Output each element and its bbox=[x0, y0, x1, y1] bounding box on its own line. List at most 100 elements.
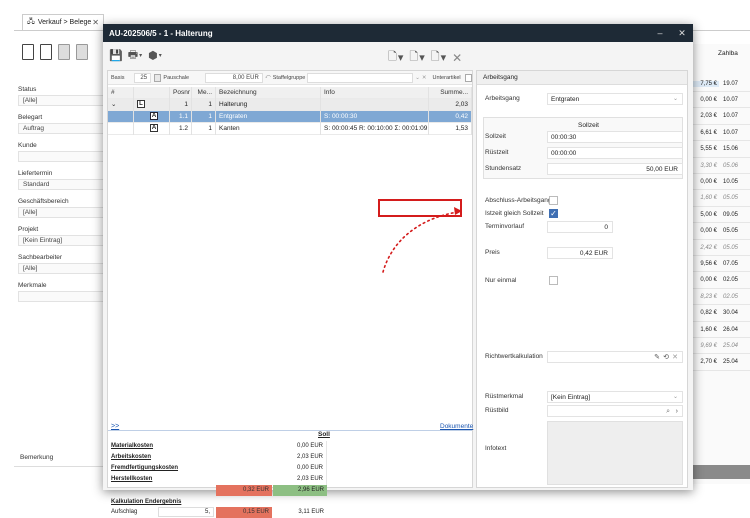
edit-document-icon[interactable]: 🗋 bbox=[409, 48, 418, 67]
remove-document-dropdown-icon[interactable]: ▾ bbox=[441, 51, 447, 64]
staffelgruppe-select[interactable] bbox=[307, 72, 414, 83]
list-item[interactable]: 0,00 € 02.05 bbox=[693, 273, 750, 289]
document-grey-icon-2[interactable] bbox=[76, 44, 88, 60]
infotext-area[interactable] bbox=[547, 421, 683, 485]
table-row[interactable]: ⌄ L 1 1 Halterung 2,03 bbox=[108, 98, 472, 111]
staffelgruppe-clear-icon[interactable]: ✕ bbox=[422, 75, 427, 81]
print-dropdown-icon[interactable]: ▾ bbox=[139, 52, 142, 59]
chevron-right-icon[interactable]: › bbox=[676, 406, 678, 417]
sollzeit-group-header: Sollzeit bbox=[578, 122, 599, 129]
grid-header-posnr[interactable]: Posnr bbox=[170, 86, 192, 99]
list-item-date: 19.07 bbox=[723, 80, 739, 87]
tab-close-icon[interactable]: ✕ bbox=[92, 18, 99, 27]
list-item[interactable]: 5,00 € 09.05 bbox=[693, 207, 750, 224]
filter-sidebar: Status [Alle] Belegart Auftrag Kunde Lieferte… bbox=[18, 78, 106, 302]
grid-header-menge[interactable]: Me... bbox=[192, 86, 216, 99]
copy-document-icon[interactable] bbox=[40, 44, 52, 60]
list-item[interactable]: 0,00 € 10.07 bbox=[693, 92, 750, 109]
abschluss-checkbox[interactable] bbox=[549, 196, 558, 205]
aufschlag-input[interactable]: 5, bbox=[158, 507, 214, 517]
list-item[interactable]: 9,56 € 07.05 bbox=[693, 256, 750, 273]
pauschale-input[interactable]: 8,00 EUR bbox=[205, 72, 263, 83]
expand-link[interactable]: >> bbox=[111, 423, 119, 430]
filter-input[interactable] bbox=[18, 291, 106, 302]
add-document-icon[interactable]: 🗋 bbox=[388, 48, 397, 67]
filter-input[interactable]: [Kein Eintrag] bbox=[18, 235, 106, 246]
arbeitsgang-detail-panel: Arbeitsgang Arbeitsgang Entgraten ⌄ Soll… bbox=[476, 70, 688, 488]
filter-input[interactable]: [Alle] bbox=[18, 207, 106, 218]
nur-einmal-label: Nur einmal bbox=[485, 277, 517, 284]
add-document-dropdown-icon[interactable]: ▾ bbox=[398, 51, 404, 64]
save-icon[interactable]: 💾 bbox=[109, 49, 123, 62]
pauschale-reset-icon[interactable]: ⤺ bbox=[265, 74, 271, 81]
close-button[interactable]: ✕ bbox=[671, 28, 693, 39]
tab-label: Verkauf > Belege bbox=[37, 19, 92, 26]
list-item[interactable]: 8,23 € 02.05 bbox=[693, 289, 750, 306]
list-item[interactable]: 9,69 € 25.04 bbox=[693, 338, 750, 355]
ruestmerkmal-select[interactable]: [Kein Eintrag] ⌄ bbox=[547, 391, 683, 403]
print-icon[interactable]: 🖶 bbox=[128, 46, 138, 65]
grid-header-bezeichnung[interactable]: Bezeichnung bbox=[216, 86, 321, 99]
unterartikel-checkbox[interactable] bbox=[464, 73, 472, 82]
filter-input[interactable]: [Alle] bbox=[18, 263, 106, 274]
arbeitsgang-select[interactable]: Entgraten ⌄ bbox=[547, 93, 683, 105]
preis-input[interactable]: 0,42 EUR bbox=[547, 247, 613, 259]
dokumente-link[interactable]: Dokumente bbox=[440, 423, 473, 430]
column-header-zahlba[interactable]: Zahlba bbox=[718, 50, 738, 57]
grid-header-info[interactable]: Info bbox=[321, 86, 429, 99]
clear-icon[interactable]: ✕ bbox=[672, 352, 678, 363]
list-item[interactable]: 0,82 € 30.04 bbox=[693, 306, 750, 322]
ruestmerkmal-label: Rüstmerkmal bbox=[485, 393, 524, 400]
istzeit-checkbox[interactable]: ✓ bbox=[549, 209, 558, 218]
list-item[interactable]: 2,42 € 05.05 bbox=[693, 240, 750, 256]
new-document-icon[interactable] bbox=[22, 44, 34, 60]
toolbar-right-group: 🗋 ▾ 🗋 ▾ 🗋 ▾ ✕ bbox=[388, 48, 467, 67]
list-item[interactable]: 2,03 € 10.07 bbox=[693, 109, 750, 125]
grid-header-type[interactable] bbox=[134, 86, 170, 99]
edit-document-dropdown-icon[interactable]: ▾ bbox=[419, 51, 425, 64]
list-item[interactable]: 0,00 € 05.05 bbox=[693, 224, 750, 240]
package-icon[interactable]: ⬢ bbox=[148, 49, 158, 62]
grid-header-summe[interactable]: Summe... bbox=[429, 86, 472, 99]
list-item[interactable]: 6,61 € 10.07 bbox=[693, 125, 750, 142]
document-grey-icon[interactable] bbox=[58, 44, 70, 60]
filter-input[interactable] bbox=[18, 151, 106, 162]
remove-document-icon[interactable]: 🗋 bbox=[431, 48, 440, 67]
minimize-button[interactable]: – bbox=[649, 28, 671, 38]
sollzeit-input[interactable]: 00:00:30 bbox=[547, 131, 683, 143]
tab-verkauf-belege[interactable]: 🖧 Verkauf > Belege ✕ bbox=[22, 14, 104, 30]
ruestbild-field[interactable]: ⌕ › bbox=[547, 405, 683, 417]
search-icon[interactable]: ⌕ bbox=[666, 406, 670, 417]
basis-input[interactable]: 25 bbox=[134, 72, 152, 83]
collapse-chevron-icon[interactable]: ⌄ bbox=[108, 98, 134, 111]
grid-header-number[interactable]: # bbox=[108, 86, 134, 99]
package-dropdown-icon[interactable]: ▾ bbox=[159, 52, 162, 59]
staffelgruppe-dropdown-icon[interactable]: ⌄ bbox=[415, 75, 420, 81]
list-item[interactable]: 5,55 € 15.06 bbox=[693, 142, 750, 158]
nur-einmal-checkbox[interactable] bbox=[549, 276, 558, 285]
filter-input[interactable]: [Alle] bbox=[18, 95, 106, 106]
richtwert-field[interactable]: ✎ ⟲ ✕ bbox=[547, 351, 683, 363]
filter-input[interactable]: Auftrag bbox=[18, 123, 106, 134]
chevron-down-icon[interactable]: ⌄ bbox=[673, 94, 678, 105]
list-item[interactable]: 2,70 € 25.04 bbox=[693, 355, 750, 371]
filter-input[interactable]: Standard bbox=[18, 179, 106, 190]
list-item[interactable]: 3,30 € 05.06 bbox=[693, 158, 750, 174]
list-item[interactable]: 1,60 € 26.04 bbox=[693, 322, 750, 338]
list-item[interactable]: 7,75 € 19.07 bbox=[693, 76, 750, 92]
list-item-amount: 0,00 € bbox=[700, 96, 717, 103]
table-row[interactable]: A 1.2 1 Kanten S: 00:00:45 R: 00:10:00 Σ… bbox=[108, 122, 472, 135]
basis-checkbox[interactable] bbox=[154, 73, 162, 82]
stundensatz-input[interactable]: 50,00 EUR bbox=[547, 163, 683, 175]
undo-icon[interactable]: ⟲ bbox=[663, 352, 669, 363]
list-item[interactable]: 1,60 € 05.05 bbox=[693, 191, 750, 207]
terminvorlauf-input[interactable]: 0 bbox=[547, 221, 613, 233]
chevron-down-icon[interactable]: ⌄ bbox=[673, 392, 678, 403]
list-item-amount: 2,03 € bbox=[700, 113, 717, 120]
delete-icon[interactable]: ✕ bbox=[452, 51, 462, 65]
ruestzeit-input[interactable]: 00:00:00 bbox=[547, 147, 683, 159]
arbeitsplan-dialog: AU-202506/5 - 1 - Halterung – ✕ 💾 🖶 ▾ ⬢ … bbox=[103, 24, 693, 518]
list-item[interactable]: 0,00 € 10.05 bbox=[693, 174, 750, 191]
pencil-icon[interactable]: ✎ bbox=[654, 352, 660, 363]
table-row-selected[interactable]: A 1.1 1 Entgraten S: 00:00:30 0,42 bbox=[108, 110, 472, 123]
